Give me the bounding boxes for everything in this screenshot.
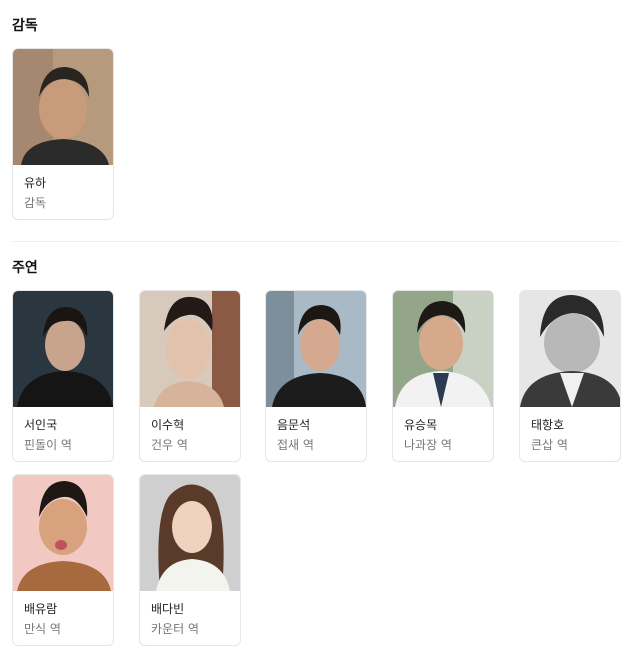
person-name: 배다빈 [151, 602, 185, 616]
person-card-cast[interactable]: 서인국 핀돌이 역 [12, 290, 114, 462]
person-role: 카운터 역 [151, 622, 199, 636]
person-role: 핀돌이 역 [24, 438, 72, 452]
person-role: 큰삽 역 [531, 438, 568, 452]
person-role: 건우 역 [151, 438, 188, 452]
person-card-cast[interactable]: 배다빈 카운터 역 [139, 474, 241, 646]
person-photo [140, 291, 240, 407]
person-role: 나과장 역 [404, 438, 452, 452]
person-card-director[interactable]: 유하 감독 [12, 48, 114, 220]
person-role: 접새 역 [277, 438, 314, 452]
person-name: 배유람 [24, 602, 58, 616]
person-role: 만식 역 [24, 622, 61, 636]
cast-section-title: 주연 [12, 260, 38, 276]
director-section-title: 감독 [12, 18, 38, 34]
person-photo [140, 475, 240, 591]
person-photo [13, 49, 113, 165]
person-name: 유하 [24, 176, 47, 190]
person-photo [13, 475, 113, 591]
section-divider [12, 241, 620, 242]
person-role: 감독 [24, 196, 47, 210]
person-name: 서인국 [24, 418, 58, 432]
person-photo [393, 291, 493, 407]
person-card-cast[interactable]: 유승목 나과장 역 [392, 290, 494, 462]
person-name: 유승목 [404, 418, 438, 432]
person-card-cast[interactable]: 이수혁 건우 역 [139, 290, 241, 462]
person-card-cast[interactable]: 배유람 만식 역 [12, 474, 114, 646]
person-card-cast[interactable]: 음문석 접새 역 [265, 290, 367, 462]
person-photo [13, 291, 113, 407]
person-photo [266, 291, 366, 407]
person-card-cast[interactable]: 태항호 큰삽 역 [519, 290, 621, 462]
person-name: 이수혁 [151, 418, 185, 432]
person-photo [520, 291, 620, 407]
person-name: 음문석 [277, 418, 311, 432]
person-name: 태항호 [531, 418, 565, 432]
